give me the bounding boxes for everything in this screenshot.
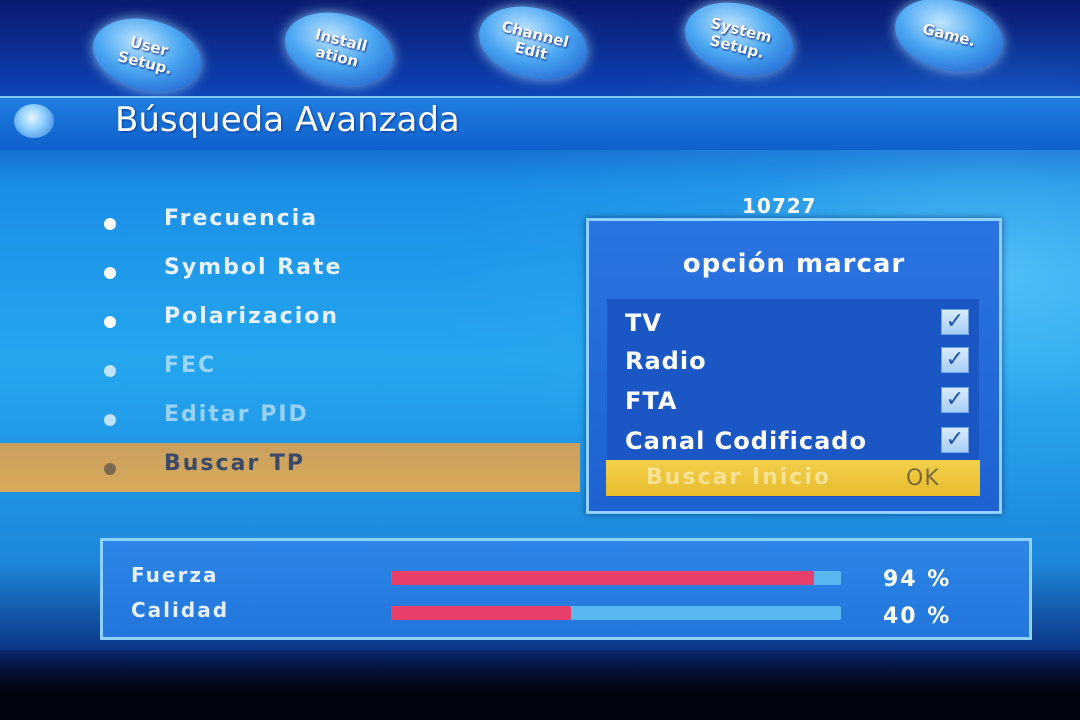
menu-item-label: Editar PID [164,402,309,427]
menu-item-frecuencia[interactable]: Frecuencia [0,198,580,247]
bullet-icon [104,414,116,426]
menu-item-label: Frecuencia [164,206,319,231]
start-search-label: Buscar Inicio [646,465,832,490]
signal-panel: Fuerza 94 % Calidad 40 % [100,538,1032,640]
menu-item-fec[interactable]: FEC [0,345,580,394]
option-radio-label: Radio [625,347,707,375]
top-menu-tabs: User Setup. Install ation Channel Edit Syst… [0,0,1080,103]
tab-game[interactable]: Game. [887,0,1011,83]
search-options-menu: Frecuencia Symbol Rate Polarizacion FEC … [0,198,580,492]
bullet-icon [104,365,116,377]
bullet-icon [104,316,116,328]
screen-bottom-shade [0,650,1080,720]
option-fta-label: FTA [625,387,678,415]
start-search-button[interactable]: Buscar Inicio OK [606,460,980,496]
strength-bar [391,571,841,585]
quality-percent: 40 % [883,604,952,629]
option-canal-codificado-label: Canal Codificado [625,427,867,455]
tab-system-setup[interactable]: System Setup. [677,0,801,87]
tab-user-setup[interactable]: User Setup. [85,7,209,103]
strength-label: Fuerza [131,563,219,587]
checkbox-radio[interactable]: ✓ [941,347,969,373]
checkbox-tv[interactable]: ✓ [941,309,969,335]
tab-installation[interactable]: Install ation [277,1,401,97]
menu-item-label: Polarizacion [164,304,340,329]
satellite-icon [14,104,54,138]
dialog-title: opción marcar [682,249,906,279]
frequency-value: 10727 [742,194,817,218]
bullet-icon [104,267,116,279]
menu-item-label: Buscar TP [164,451,306,476]
menu-item-label: FEC [164,353,217,378]
menu-item-editar-pid[interactable]: Editar PID [0,394,580,443]
menu-item-buscar-tp[interactable]: Buscar TP [0,443,580,492]
quality-bar-fill [391,606,571,620]
quality-bar [391,606,841,620]
tab-label: Game. [920,19,978,50]
menu-item-symbol-rate[interactable]: Symbol Rate [0,247,580,296]
option-tv-label: TV [625,309,662,337]
menu-item-polarizacion[interactable]: Polarizacion [0,296,580,345]
strength-percent: 94 % [883,567,952,592]
quality-label: Calidad [131,598,230,622]
checkbox-fta[interactable]: ✓ [941,387,969,413]
strength-bar-fill [391,571,814,585]
page-title: Búsqueda Avanzada [115,100,460,140]
checkbox-canal-codificado[interactable]: ✓ [941,427,969,453]
ok-label: OK [906,466,940,491]
bullet-icon [104,463,116,475]
tab-channel-edit[interactable]: Channel Edit [471,0,595,91]
menu-item-label: Symbol Rate [164,255,343,280]
bullet-icon [104,218,116,230]
